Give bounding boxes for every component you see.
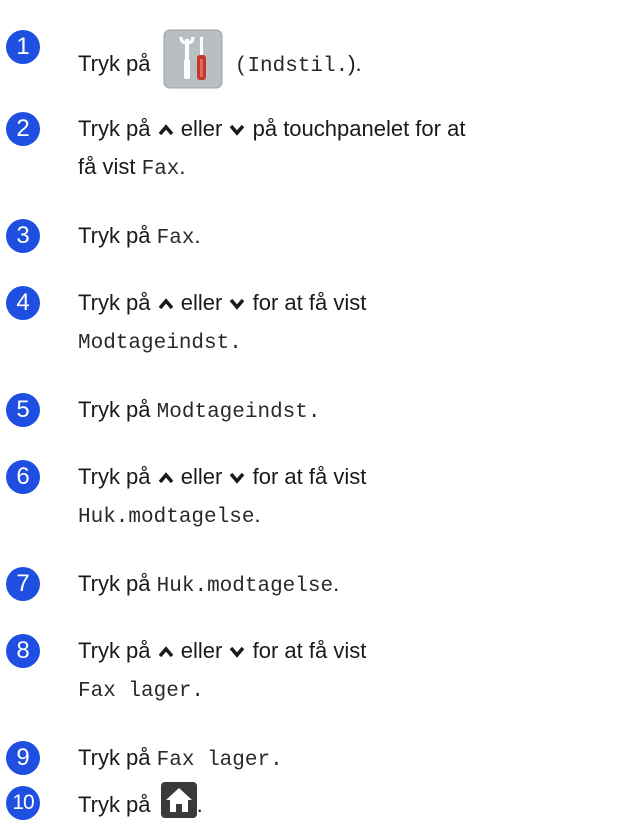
up-arrow-icon	[158, 298, 173, 310]
menu-code: Fax	[156, 227, 195, 250]
up-arrow-icon	[158, 472, 173, 484]
down-arrow-icon	[230, 473, 245, 484]
step-number-badge: 9	[6, 741, 40, 775]
step-number-badge: 10	[6, 786, 40, 820]
menu-code: Modtageindst	[78, 332, 230, 355]
step-number-badge: 3	[6, 219, 40, 253]
step-number-badge: 2	[6, 112, 40, 146]
menu-code: Huk.modtagelse	[78, 506, 255, 529]
step-text: Tryk på	[78, 50, 151, 76]
menu-code: (Indstil.	[234, 54, 349, 78]
down-arrow-icon	[230, 299, 245, 310]
down-arrow-icon	[230, 647, 245, 658]
menu-code: Fax lager	[78, 680, 192, 703]
up-arrow-icon	[158, 124, 173, 136]
settings-tools-icon	[163, 29, 223, 101]
step-number-badge: 8	[6, 634, 40, 668]
down-arrow-icon	[230, 125, 245, 136]
menu-code: Modtageindst	[156, 401, 308, 424]
up-arrow-icon	[158, 646, 173, 658]
menu-code: Fax	[141, 158, 180, 181]
step-number-badge: 4	[6, 286, 40, 320]
menu-code: Fax lager	[156, 749, 271, 772]
step-number-badge: 1	[6, 30, 40, 64]
step-number-badge: 5	[6, 393, 40, 427]
step-number-badge: 7	[6, 567, 40, 601]
home-icon	[160, 782, 197, 830]
step-number-badge: 6	[6, 460, 40, 494]
menu-code: Huk.modtagelse	[156, 575, 334, 598]
